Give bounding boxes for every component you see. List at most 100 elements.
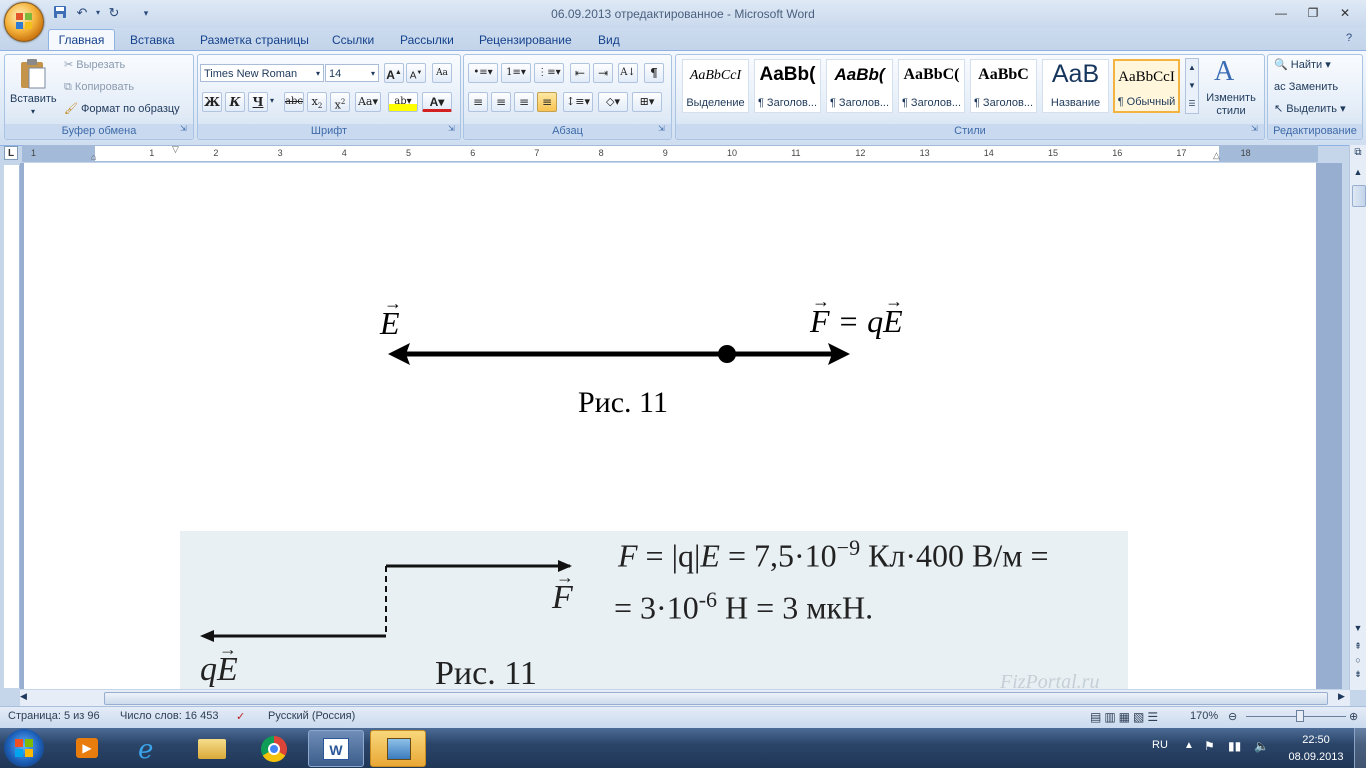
- format-painter-button[interactable]: 🖌 Формат по образцу: [64, 100, 180, 118]
- previous-page-icon[interactable]: ⇞: [1351, 641, 1365, 652]
- cut-button[interactable]: ✂ Вырезать: [64, 56, 125, 74]
- clear-formatting-icon[interactable]: Aa: [432, 63, 452, 83]
- next-page-icon[interactable]: ⇟: [1351, 669, 1365, 680]
- show-desktop-button[interactable]: [1354, 728, 1366, 768]
- tab-page-layout[interactable]: Разметка страницы: [196, 31, 313, 49]
- style-emphasis[interactable]: AaBbCcI Выделение: [682, 59, 749, 113]
- decrease-indent-icon[interactable]: ⇤: [570, 63, 590, 83]
- italic-icon[interactable]: К: [225, 92, 245, 112]
- scroll-left-icon[interactable]: ◀: [20, 691, 27, 702]
- horizontal-scroll-thumb[interactable]: [104, 692, 1328, 705]
- taskbar-media-player[interactable]: ▶: [60, 730, 116, 767]
- tab-references[interactable]: Ссылки: [328, 31, 378, 49]
- view-buttons[interactable]: ▤▥▦▧☰: [1090, 710, 1161, 724]
- styles-scroll[interactable]: ▲ ▼ ☰: [1185, 58, 1199, 114]
- browse-object-icon[interactable]: ○: [1351, 655, 1365, 665]
- input-language[interactable]: RU: [1152, 739, 1168, 751]
- shading-icon[interactable]: ◇▾: [598, 92, 628, 112]
- align-right-icon[interactable]: ≡: [514, 92, 534, 112]
- left-indent-marker[interactable]: ⌂: [91, 152, 96, 162]
- tab-home[interactable]: Главная: [48, 29, 115, 51]
- ruler-toggle-icon[interactable]: ⧉: [1351, 147, 1365, 161]
- zoom-slider-thumb[interactable]: [1296, 710, 1304, 722]
- horizontal-scrollbar[interactable]: ◀ ▶: [20, 690, 1350, 706]
- network-icon[interactable]: ▮▮: [1228, 739, 1241, 753]
- font-name-box[interactable]: Times New Roman ▾: [200, 64, 324, 82]
- vertical-ruler[interactable]: [4, 165, 20, 688]
- highlight-icon[interactable]: ab▾: [388, 92, 418, 112]
- shrink-font-icon[interactable]: A▼: [406, 63, 426, 83]
- right-indent-marker[interactable]: △: [1213, 150, 1220, 161]
- font-launcher-icon[interactable]: ⇲: [448, 124, 455, 133]
- paragraph-launcher-icon[interactable]: ⇲: [658, 124, 665, 133]
- figure2-image[interactable]: → F q → E Рис. 11 F = |q|E = 7,5·10−9 Кл·40…: [180, 531, 1128, 689]
- align-left-icon[interactable]: ≡: [468, 92, 488, 112]
- line-spacing-icon[interactable]: ↕≡▾: [563, 92, 593, 112]
- align-center-icon[interactable]: ≡: [491, 92, 511, 112]
- increase-indent-icon[interactable]: ⇥: [593, 63, 613, 83]
- show-hidden-icons[interactable]: ▲: [1184, 740, 1194, 751]
- taskbar-chrome[interactable]: [246, 730, 302, 767]
- minimize-button[interactable]: —: [1268, 4, 1294, 22]
- tab-view[interactable]: Вид: [594, 31, 624, 49]
- horizontal-ruler[interactable]: 1 1 2 3 4 5 6 7 8 9 10 11 12 13 14 15 16 17 18 ⌂ ▽ △: [22, 144, 1318, 162]
- page-count[interactable]: Страница: 5 из 96: [8, 710, 100, 722]
- zoom-level[interactable]: 170%: [1190, 710, 1218, 722]
- replace-button[interactable]: ac Заменить: [1274, 78, 1338, 96]
- zoom-in-icon[interactable]: ⊕: [1349, 710, 1358, 723]
- paste-button[interactable]: Вставить ▾: [10, 56, 57, 120]
- office-button[interactable]: [4, 2, 44, 42]
- tab-insert[interactable]: Вставка: [126, 31, 179, 49]
- grow-font-icon[interactable]: A▲: [384, 63, 404, 83]
- superscript-icon[interactable]: x2: [330, 92, 350, 112]
- style-heading-4[interactable]: AaBbC ¶ Заголов...: [970, 59, 1037, 113]
- taskbar-internet-explorer[interactable]: e: [122, 730, 178, 767]
- strikethrough-icon[interactable]: abc: [284, 92, 304, 112]
- style-heading-3[interactable]: AaBbC(¶ Заголов...: [898, 59, 965, 113]
- styles-launcher-icon[interactable]: ⇲: [1251, 124, 1258, 133]
- start-button[interactable]: [4, 729, 44, 767]
- tab-review[interactable]: Рецензирование: [475, 31, 576, 49]
- proofing-icon[interactable]: ✓: [236, 710, 245, 723]
- style-heading-2[interactable]: AaBb(¶ Заголов...: [826, 59, 893, 113]
- clipboard-launcher-icon[interactable]: ⇲: [180, 124, 187, 133]
- bold-icon[interactable]: Ж: [202, 92, 222, 112]
- style-title[interactable]: AaB Название: [1042, 59, 1109, 113]
- language-indicator[interactable]: Русский (Россия): [268, 710, 355, 722]
- document-page[interactable]: → E → F = q → E Рис. 11 → F q → E Рис. 11 F = |…: [24, 163, 1316, 689]
- borders-icon[interactable]: ⊞▾: [632, 92, 662, 112]
- numbering-icon[interactable]: 1≡▾: [501, 63, 531, 83]
- taskbar-explorer[interactable]: [184, 730, 240, 767]
- select-button[interactable]: ↖ Выделить ▾: [1274, 100, 1346, 118]
- first-line-indent-marker[interactable]: ▽: [172, 144, 179, 155]
- change-case-icon[interactable]: Aa▾: [355, 92, 381, 112]
- close-button[interactable]: ✕: [1332, 4, 1358, 22]
- help-icon[interactable]: ?: [1346, 32, 1352, 44]
- sort-icon[interactable]: A↓: [618, 63, 638, 83]
- scroll-up-icon[interactable]: ▲: [1351, 167, 1365, 177]
- vertical-scrollbar[interactable]: ⧉ ▲ ▼ ⇞ ○ ⇟: [1349, 145, 1366, 690]
- scroll-down-icon[interactable]: ▼: [1351, 623, 1365, 633]
- volume-icon[interactable]: 🔈: [1254, 739, 1269, 753]
- underline-dropdown-icon[interactable]: ▾: [270, 96, 274, 105]
- change-styles-button[interactable]: A Изменить стили: [1204, 56, 1258, 117]
- taskbar-word[interactable]: W: [308, 730, 364, 767]
- show-marks-icon[interactable]: ¶: [644, 63, 664, 83]
- tab-selector-button[interactable]: L: [4, 146, 18, 160]
- style-normal[interactable]: AaBbCcI ¶ Обычный: [1113, 59, 1180, 113]
- underline-icon[interactable]: Ч: [248, 92, 268, 112]
- clock-time[interactable]: 22:50: [1286, 734, 1346, 746]
- vertical-scroll-thumb[interactable]: [1352, 185, 1366, 207]
- taskbar-archiver[interactable]: [370, 730, 426, 767]
- font-size-box[interactable]: 14 ▾: [325, 64, 379, 82]
- document-area[interactable]: → E → F = q → E Рис. 11 → F q → E Рис. 11 F = |…: [20, 163, 1342, 689]
- multilevel-list-icon[interactable]: ⋮≡▾: [534, 63, 564, 83]
- action-center-icon[interactable]: ⚑: [1204, 739, 1215, 753]
- style-heading-1[interactable]: AaBb(¶ Заголов...: [754, 59, 821, 113]
- bullets-icon[interactable]: •≡▾: [468, 63, 498, 83]
- copy-button[interactable]: ⧉ Копировать: [64, 78, 134, 96]
- word-count[interactable]: Число слов: 16 453: [120, 710, 218, 722]
- subscript-icon[interactable]: x2: [307, 92, 327, 112]
- find-button[interactable]: 🔍 Найти ▾: [1274, 56, 1331, 74]
- scroll-right-icon[interactable]: ▶: [1338, 691, 1345, 702]
